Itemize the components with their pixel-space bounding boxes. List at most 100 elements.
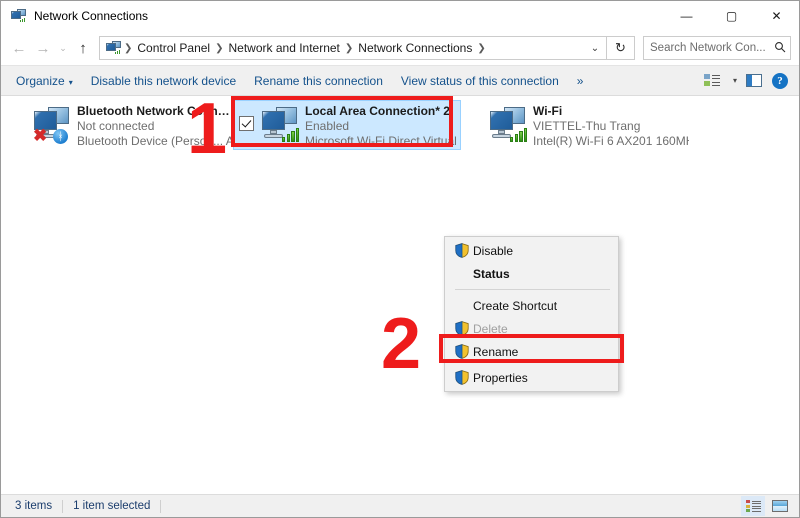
chevron-down-icon: ▾: [732, 76, 737, 85]
network-connections-icon: [10, 8, 26, 24]
minimize-icon: —: [680, 9, 693, 23]
refresh-button[interactable]: ↻: [607, 36, 635, 60]
connection-item-local-area-connection-2[interactable]: Local Area Connection* 2 Enabled Microso…: [233, 100, 461, 150]
connection-status: VIETTEL-Thu Trang: [533, 119, 641, 133]
refresh-icon: ↻: [615, 40, 626, 55]
organize-label: Organize: [16, 73, 65, 88]
search-box[interactable]: Search Network Con...: [643, 36, 791, 60]
network-adapter-disconnected-icon: ✖ ᚼ: [29, 104, 75, 148]
context-menu-label: Disable: [473, 243, 514, 258]
window-title: Network Connections: [34, 9, 149, 23]
context-menu-label: Delete: [473, 321, 508, 336]
large-icons-view-icon: [772, 500, 788, 512]
content-pane: ✖ ᚼ Bluetooth Network Connection Not con…: [1, 96, 799, 494]
maximize-icon: ▢: [725, 9, 738, 23]
chevron-down-icon: ▾: [68, 77, 73, 87]
chevron-down-icon: ⌄: [59, 42, 67, 53]
connections-list: ✖ ᚼ Bluetooth Network Connection Not con…: [1, 96, 799, 150]
status-bar: 3 items 1 item selected: [1, 494, 799, 517]
close-button[interactable]: ✕: [754, 1, 799, 31]
change-view-button[interactable]: [699, 69, 725, 93]
context-menu-item-create-shortcut[interactable]: Create Shortcut: [445, 294, 618, 317]
details-view-icon: [745, 500, 761, 512]
connection-status: Enabled: [305, 119, 350, 133]
shield-icon: [451, 243, 473, 258]
shield-icon: [451, 344, 473, 359]
connection-name: Local Area Connection* 2: [305, 104, 450, 118]
signal-bars-icon: [510, 124, 530, 142]
details-view-button[interactable]: [741, 496, 765, 516]
address-dropdown-icon[interactable]: ⌄: [584, 43, 606, 54]
command-bar: Organize ▾ Disable this network device Re…: [1, 65, 799, 96]
network-adapter-icon: [257, 104, 303, 148]
status-selection-info: 1 item selected: [73, 500, 151, 512]
context-menu-item-properties[interactable]: Properties: [445, 366, 618, 389]
context-menu-label: Status: [473, 266, 510, 281]
connection-status: Not connected: [77, 119, 155, 133]
context-menu-label: Rename: [473, 344, 519, 359]
navigation-bar: ← → ⌄ ↑ ❯ Control Panel ❯ Network and In…: [1, 31, 799, 65]
up-button[interactable]: ↑: [71, 36, 95, 60]
connection-device: Bluetooth Device (Person... Ar...: [77, 134, 233, 148]
change-view-dropdown-button[interactable]: ▾: [725, 69, 741, 93]
preview-pane-icon: [746, 74, 762, 87]
breadcrumb-network-connections[interactable]: Network Connections: [354, 39, 476, 57]
connection-text-block: Bluetooth Network Connection Not connect…: [75, 102, 233, 149]
context-menu-item-delete: Delete: [445, 317, 618, 340]
breadcrumb-network-and-internet[interactable]: Network and Internet: [225, 39, 344, 57]
context-menu: Disable Status Create Shortcut Delete Re…: [444, 236, 619, 392]
change-view-icon: [704, 73, 720, 88]
search-icon: [770, 41, 790, 56]
large-icons-view-button[interactable]: [768, 496, 792, 516]
shield-icon: [451, 321, 473, 336]
error-x-icon: ✖: [33, 126, 48, 145]
disable-network-device-button[interactable]: Disable this network device: [82, 70, 245, 92]
recent-locations-button[interactable]: ⌄: [55, 36, 71, 60]
breadcrumb-separator: ❯: [344, 42, 354, 54]
context-menu-item-status[interactable]: Status: [445, 262, 618, 285]
back-arrow-icon: ←: [11, 39, 27, 57]
connection-text-block: Wi-Fi VIETTEL-Thu Trang Intel(R) Wi-Fi 6…: [531, 102, 689, 149]
explorer-window: Network Connections — ▢ ✕ ← → ⌄ ↑ ❯ Cont…: [0, 0, 800, 518]
context-menu-item-disable[interactable]: Disable: [445, 239, 618, 262]
connection-item-bluetooth[interactable]: ✖ ᚼ Bluetooth Network Connection Not con…: [5, 100, 233, 150]
connection-item-wifi[interactable]: Wi-Fi VIETTEL-Thu Trang Intel(R) Wi-Fi 6…: [461, 100, 689, 150]
signal-bars-icon: [282, 124, 302, 142]
connection-text-block: Local Area Connection* 2 Enabled Microso…: [303, 102, 460, 149]
organize-menu-button[interactable]: Organize ▾: [7, 70, 82, 92]
rename-connection-button[interactable]: Rename this connection: [245, 70, 392, 92]
minimize-button[interactable]: —: [664, 1, 709, 31]
connection-device: Microsoft Wi-Fi Direct Virtual ...: [305, 134, 460, 148]
preview-pane-button[interactable]: [741, 69, 767, 93]
address-bar-location-icon: [105, 40, 121, 56]
breadcrumb-separator: ❯: [215, 42, 224, 54]
address-bar[interactable]: ❯ Control Panel ❯ Network and Internet ❯…: [99, 36, 607, 60]
context-menu-label: Properties: [473, 370, 528, 385]
view-status-button[interactable]: View status of this connection: [392, 70, 568, 92]
forward-arrow-icon: →: [35, 39, 51, 57]
context-menu-item-rename[interactable]: Rename: [445, 340, 618, 363]
breadcrumb-control-panel[interactable]: Control Panel: [133, 39, 214, 57]
selection-checkbox[interactable]: [239, 116, 254, 131]
breadcrumb-separator-trailing: ❯: [477, 42, 486, 54]
help-button[interactable]: ?: [767, 69, 793, 93]
close-icon: ✕: [771, 9, 782, 23]
title-bar: Network Connections — ▢ ✕: [1, 1, 799, 31]
overflow-chevron-button[interactable]: »: [568, 70, 593, 92]
connection-name: Bluetooth Network Connection: [77, 104, 233, 118]
status-separator: [160, 499, 162, 513]
caption-button-group: — ▢ ✕: [664, 1, 799, 31]
help-icon: ?: [772, 72, 788, 89]
search-input[interactable]: Search Network Con...: [644, 42, 770, 54]
context-menu-separator: [455, 289, 610, 290]
context-menu-label: Create Shortcut: [473, 298, 558, 313]
connection-name: Wi-Fi: [533, 104, 563, 118]
forward-button[interactable]: →: [31, 36, 55, 60]
maximize-button[interactable]: ▢: [709, 1, 754, 31]
connection-device: Intel(R) Wi-Fi 6 AX201 160MHz: [533, 134, 689, 148]
status-item-count: 3 items: [15, 500, 53, 512]
up-arrow-icon: ↑: [79, 39, 87, 57]
shield-icon: [451, 370, 473, 385]
breadcrumb-separator: ❯: [124, 42, 133, 54]
back-button[interactable]: ←: [7, 36, 31, 60]
